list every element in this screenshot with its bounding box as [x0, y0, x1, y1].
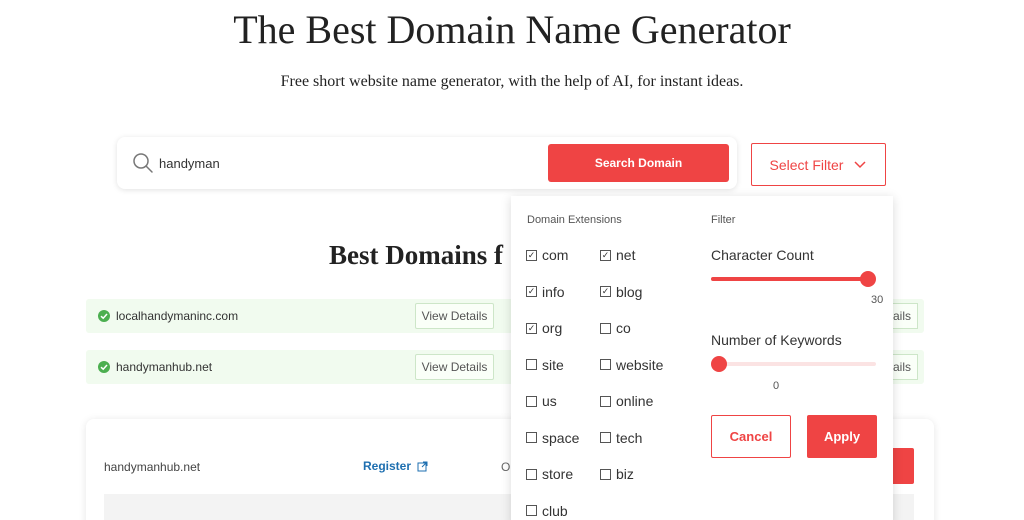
extension-label: online: [616, 393, 654, 409]
checkbox-box[interactable]: [526, 395, 537, 407]
keywords-value: 0: [773, 380, 780, 392]
extension-label: co: [616, 320, 631, 336]
extension-label: tech: [616, 429, 643, 446]
register-link[interactable]: Register: [363, 459, 428, 473]
keywords-label: Number of Keywords: [711, 332, 842, 348]
extension-label: com: [542, 247, 569, 263]
page-title: The Best Domain Name Generator: [233, 7, 791, 52]
extension-label: net: [616, 247, 636, 263]
extension-label: site: [542, 356, 564, 373]
search-icon: [133, 153, 153, 173]
keywords-thumb[interactable]: [711, 356, 727, 372]
extension-label: blog: [616, 283, 643, 300]
extension-checkbox-club[interactable]: club: [526, 503, 568, 519]
result-domain: handymanhub.net: [116, 360, 213, 374]
cancel-button[interactable]: Cancel: [711, 415, 791, 458]
extension-checkbox-website[interactable]: website: [600, 357, 663, 373]
checkbox-box[interactable]: [526, 505, 537, 516]
character-count-label: Character Count: [711, 247, 814, 263]
select-filter-label: Select Filter: [769, 156, 844, 173]
view-details-button[interactable]: View Details: [415, 303, 494, 329]
filter-heading: Filter: [711, 214, 736, 226]
extension-checkbox-store[interactable]: store: [526, 466, 573, 482]
extension-label: us: [542, 393, 557, 409]
extension-checkbox-space[interactable]: space: [526, 430, 579, 446]
checkbox-box[interactable]: [526, 432, 537, 443]
search-input[interactable]: [159, 152, 529, 174]
extension-label: org: [542, 320, 563, 336]
checkbox-box[interactable]: ✓: [600, 286, 611, 297]
apply-button[interactable]: Apply: [807, 415, 877, 458]
search-domain-button[interactable]: Search Domain: [548, 144, 729, 182]
extension-checkbox-info[interactable]: ✓ info: [526, 284, 565, 300]
character-count-value: 30: [871, 294, 884, 306]
detail-domain: handymanhub.net: [104, 460, 201, 474]
register-label: Register: [363, 459, 412, 473]
checkbox-box[interactable]: [600, 432, 611, 443]
character-count-thumb[interactable]: [860, 271, 876, 287]
check-circle-icon: [98, 361, 110, 373]
character-count-fill: [711, 277, 868, 281]
checkbox-box[interactable]: [600, 322, 611, 334]
chevron-down-icon: [854, 160, 866, 168]
checkbox-box[interactable]: [600, 359, 611, 370]
extension-checkbox-org[interactable]: ✓ org: [526, 320, 562, 336]
view-details-button[interactable]: View Details: [415, 354, 494, 380]
checkbox-box[interactable]: [526, 359, 537, 370]
check-circle-icon: [98, 310, 110, 322]
extension-checkbox-co[interactable]: co: [600, 320, 631, 336]
extension-checkbox-site[interactable]: site: [526, 357, 564, 373]
extension-label: space: [542, 429, 580, 446]
extension-label: biz: [616, 466, 634, 482]
checkbox-box[interactable]: ✓: [526, 322, 537, 334]
checkbox-box[interactable]: ✓: [526, 249, 537, 261]
extension-label: club: [542, 502, 568, 519]
extension-checkbox-blog[interactable]: ✓ blog: [600, 284, 642, 300]
extension-checkbox-online[interactable]: online: [600, 393, 653, 409]
external-link-icon: [417, 461, 428, 471]
keywords-track[interactable]: [711, 362, 876, 366]
page-subtitle: Free short website name generator, with …: [280, 73, 744, 90]
checkbox-box[interactable]: [600, 468, 611, 480]
checkbox-box[interactable]: ✓: [526, 286, 537, 297]
detail-partial-text: O: [501, 460, 511, 474]
result-domain: localhandymaninc.com: [116, 309, 239, 323]
section-title: Best Domains f: [329, 240, 503, 270]
extension-checkbox-com[interactable]: ✓ com: [526, 247, 568, 263]
checkbox-box[interactable]: [526, 468, 537, 480]
checkbox-box[interactable]: ✓: [600, 249, 611, 261]
extension-checkbox-us[interactable]: us: [526, 393, 557, 409]
checkbox-box[interactable]: [600, 395, 611, 407]
domain-extensions-heading: Domain Extensions: [527, 214, 622, 226]
extension-checkbox-tech[interactable]: tech: [600, 430, 642, 446]
extension-label: website: [616, 356, 664, 373]
extension-checkbox-biz[interactable]: biz: [600, 466, 634, 482]
extension-checkbox-net[interactable]: ✓ net: [600, 247, 635, 263]
extension-label: info: [542, 283, 565, 300]
select-filter-button[interactable]: Select Filter: [751, 143, 886, 186]
extension-label: store: [542, 466, 574, 482]
